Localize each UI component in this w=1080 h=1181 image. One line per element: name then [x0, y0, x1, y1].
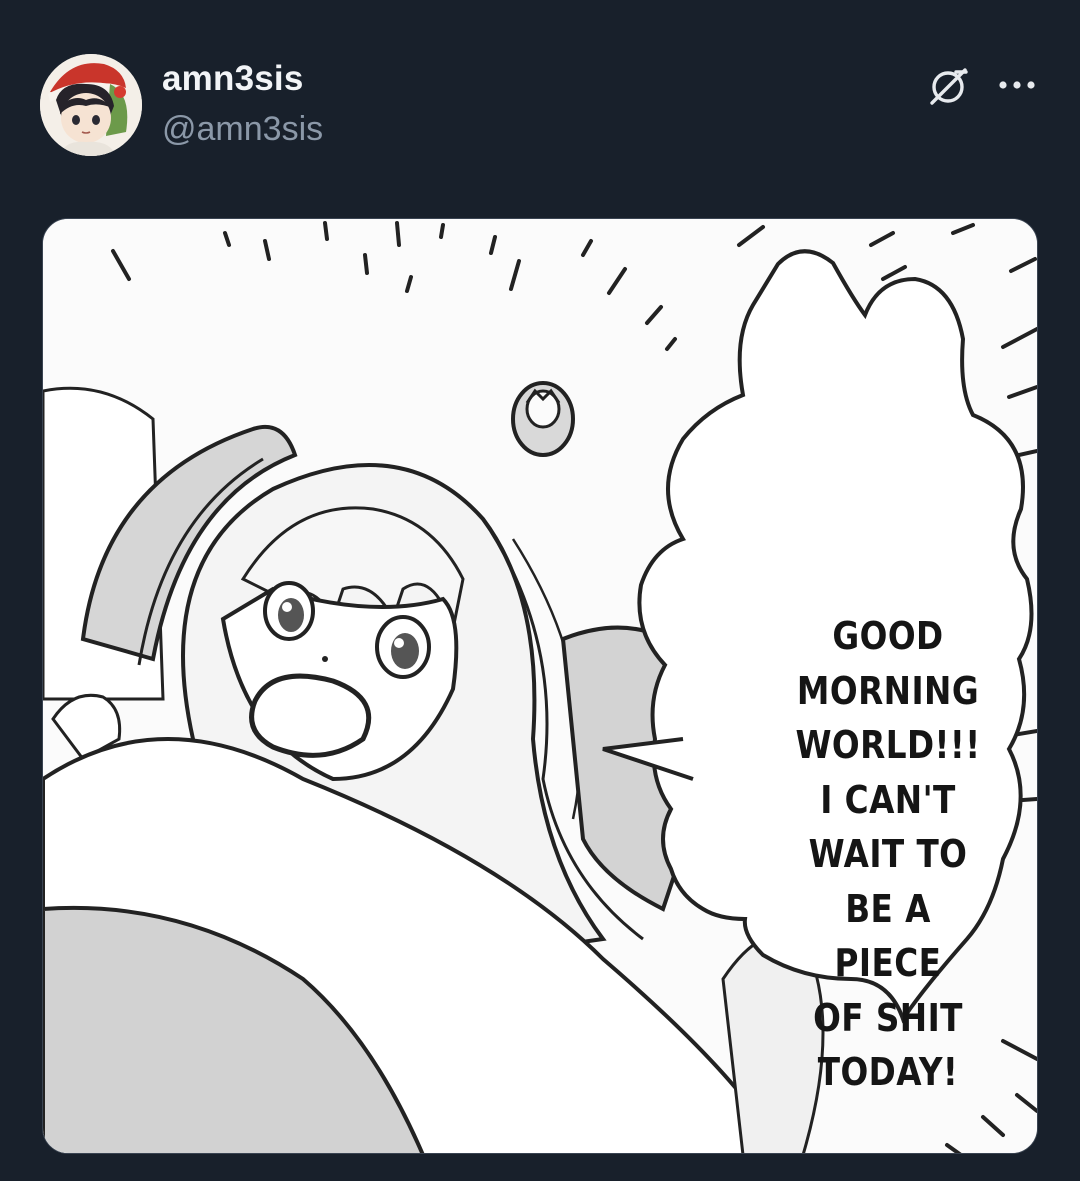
- post-card: amn3sis @amn3sis GOOD MORNING WORLD!!! I…: [0, 0, 1080, 1181]
- post-image[interactable]: GOOD MORNING WORLD!!! I CAN'T WAIT TO BE…: [42, 218, 1038, 1154]
- speech-line: WAIT TO: [808, 832, 968, 876]
- speech-line: PIECE: [834, 941, 942, 985]
- speech-line: WORLD!!!: [795, 723, 981, 767]
- mute-icon[interactable]: [922, 60, 974, 112]
- speech-line: GOOD: [832, 614, 944, 658]
- avatar[interactable]: [40, 54, 142, 156]
- speech-line: BE A: [845, 886, 931, 931]
- speech-line: I CAN'T: [820, 777, 956, 822]
- speech-line: TODAY!: [817, 1050, 959, 1094]
- avatar-icon: [40, 54, 142, 156]
- author-display-name[interactable]: amn3sis: [162, 56, 304, 102]
- speech-line: MORNING: [796, 668, 980, 713]
- speech-bubble-text: GOOD MORNING WORLD!!! I CAN'T WAIT TO BE…: [763, 609, 1012, 1100]
- more-options-icon[interactable]: [996, 64, 1038, 106]
- author-handle[interactable]: @amn3sis: [162, 106, 323, 152]
- speech-line: OF SHIT: [813, 995, 963, 1040]
